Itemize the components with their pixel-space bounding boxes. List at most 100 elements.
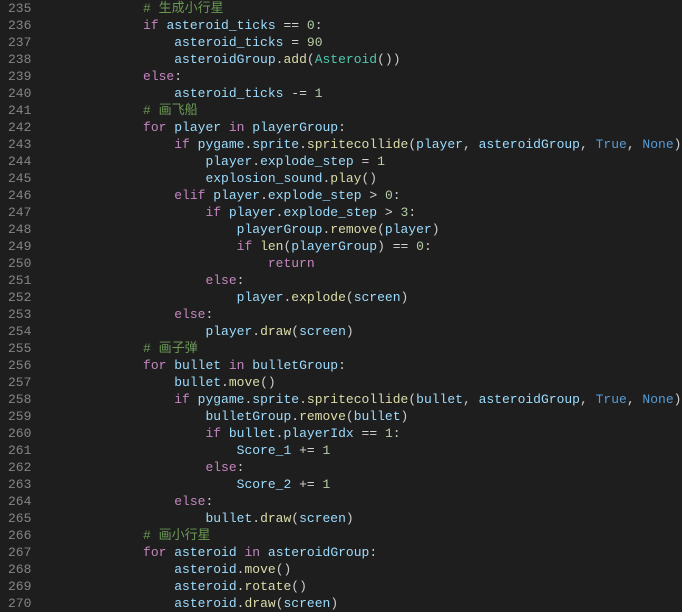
code-line[interactable]: asteroid.move()	[49, 561, 682, 578]
token-ident: explode_step	[283, 205, 377, 220]
token-func: remove	[330, 222, 377, 237]
token-func: add	[283, 52, 306, 67]
token-ident: player	[205, 154, 252, 169]
token-punct: (	[291, 324, 299, 339]
token-punct: :	[424, 239, 432, 254]
token-ident: bullet	[174, 358, 221, 373]
code-line[interactable]: if pygame.sprite.spritecollide(player, a…	[49, 136, 682, 153]
token-ident: explode_step	[268, 188, 362, 203]
token-ident: screen	[354, 290, 401, 305]
token-ident: bullet	[354, 409, 401, 424]
code-content[interactable]: # 生成小行星 if asteroid_ticks == 0: asteroid…	[49, 0, 682, 612]
token-punct: )	[330, 596, 338, 611]
token-punct: :	[408, 205, 416, 220]
code-line[interactable]: bullet.move()	[49, 374, 682, 391]
line-number: 247	[8, 204, 31, 221]
code-line[interactable]: Score_2 += 1	[49, 476, 682, 493]
code-line[interactable]: player.explode_step = 1	[49, 153, 682, 170]
token-punct: ):	[674, 392, 682, 407]
token-keyword: in	[229, 358, 245, 373]
line-number: 238	[8, 51, 31, 68]
code-line[interactable]: asteroid.rotate()	[49, 578, 682, 595]
token-ident: asteroidGroup	[479, 392, 580, 407]
token-punct: :	[315, 18, 323, 33]
code-line[interactable]: # 画子弹	[49, 340, 682, 357]
token-class: Asteroid	[315, 52, 377, 67]
code-line[interactable]: else:	[49, 306, 682, 323]
code-line[interactable]: asteroid.draw(screen)	[49, 595, 682, 612]
code-line[interactable]: # 画小行星	[49, 527, 682, 544]
line-number: 241	[8, 102, 31, 119]
line-number: 254	[8, 323, 31, 340]
token-ident: playerIdx	[283, 426, 353, 441]
token-ident: screen	[299, 324, 346, 339]
token-punct: )	[401, 290, 409, 305]
code-line[interactable]: bulletGroup.remove(bullet)	[49, 408, 682, 425]
token-punct	[252, 239, 260, 254]
token-ident: player	[213, 188, 260, 203]
line-number: 235	[8, 0, 31, 17]
token-punct: ())	[377, 52, 400, 67]
code-line[interactable]: explosion_sound.play()	[49, 170, 682, 187]
line-number: 267	[8, 544, 31, 561]
token-op: +=	[299, 477, 315, 492]
code-line[interactable]: else:	[49, 493, 682, 510]
code-line[interactable]: if bullet.playerIdx == 1:	[49, 425, 682, 442]
token-keyword: in	[229, 120, 245, 135]
token-const: True	[596, 392, 627, 407]
token-ident: pygame	[198, 392, 245, 407]
token-punct: :	[237, 273, 245, 288]
token-keyword: else	[174, 494, 205, 509]
line-number: 248	[8, 221, 31, 238]
code-line[interactable]: asteroid_ticks = 90	[49, 34, 682, 51]
line-number: 263	[8, 476, 31, 493]
code-line[interactable]: if asteroid_ticks == 0:	[49, 17, 682, 34]
token-num: 0	[385, 188, 393, 203]
token-ident: asteroid	[174, 579, 236, 594]
token-keyword: if	[143, 18, 159, 33]
token-punct: (	[346, 409, 354, 424]
code-line[interactable]: return	[49, 255, 682, 272]
token-punct: :	[338, 120, 346, 135]
token-keyword: for	[143, 358, 166, 373]
code-line[interactable]: else:	[49, 272, 682, 289]
token-punct: .	[260, 188, 268, 203]
token-punct: (	[307, 52, 315, 67]
code-line[interactable]: if player.explode_step > 3:	[49, 204, 682, 221]
token-keyword: if	[237, 239, 253, 254]
token-punct: .	[291, 409, 299, 424]
code-line[interactable]: for asteroid in asteroidGroup:	[49, 544, 682, 561]
token-keyword: if	[174, 392, 190, 407]
code-line[interactable]: else:	[49, 459, 682, 476]
code-line[interactable]: else:	[49, 68, 682, 85]
token-punct	[221, 426, 229, 441]
token-ident: asteroid	[174, 596, 236, 611]
code-editor[interactable]: 2352362372382392402412422432442452462472…	[0, 0, 682, 612]
code-line[interactable]: asteroidGroup.add(Asteroid())	[49, 51, 682, 68]
code-line[interactable]: elif player.explode_step > 0:	[49, 187, 682, 204]
code-line[interactable]: for player in playerGroup:	[49, 119, 682, 136]
code-line[interactable]: # 画飞船	[49, 102, 682, 119]
token-op: =	[291, 35, 299, 50]
token-num: 0	[307, 18, 315, 33]
code-line[interactable]: for bullet in bulletGroup:	[49, 357, 682, 374]
token-ident: Score_1	[237, 443, 292, 458]
token-op: ==	[283, 18, 299, 33]
code-line[interactable]: asteroid_ticks -= 1	[49, 85, 682, 102]
token-punct: ,	[627, 137, 643, 152]
code-line[interactable]: player.explode(screen)	[49, 289, 682, 306]
token-ident: asteroid	[174, 562, 236, 577]
line-number: 251	[8, 272, 31, 289]
token-num: 1	[385, 426, 393, 441]
code-line[interactable]: if len(playerGroup) == 0:	[49, 238, 682, 255]
token-punct: :	[205, 494, 213, 509]
code-line[interactable]: Score_1 += 1	[49, 442, 682, 459]
code-line[interactable]: if pygame.sprite.spritecollide(bullet, a…	[49, 391, 682, 408]
token-op: +=	[299, 443, 315, 458]
code-line[interactable]: # 生成小行星	[49, 0, 682, 17]
token-ident: pygame	[198, 137, 245, 152]
token-keyword: if	[205, 205, 221, 220]
code-line[interactable]: player.draw(screen)	[49, 323, 682, 340]
code-line[interactable]: playerGroup.remove(player)	[49, 221, 682, 238]
code-line[interactable]: bullet.draw(screen)	[49, 510, 682, 527]
